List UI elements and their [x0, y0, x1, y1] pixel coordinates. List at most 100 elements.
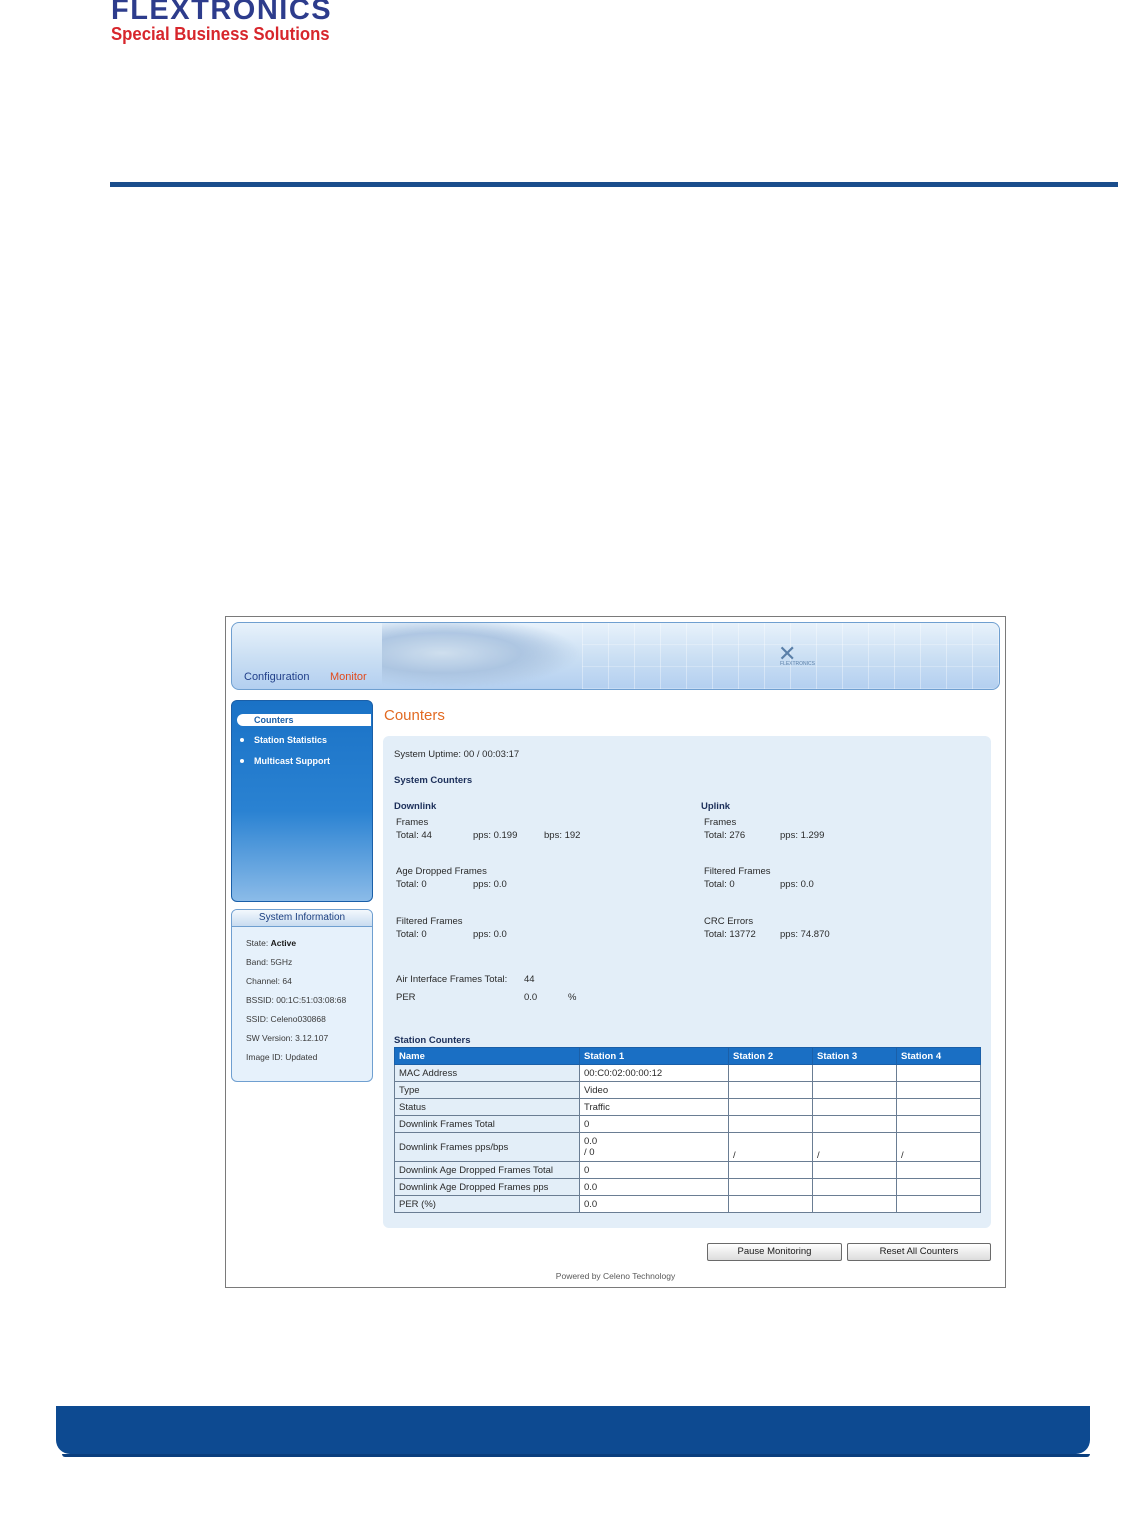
sidebar-menu: Counters Station Statistics Multicast Su…	[231, 700, 373, 902]
logo-sub-text: Special Business Solutions	[111, 24, 330, 44]
cell-station-4	[895, 1178, 982, 1196]
cell-station-4	[895, 1098, 982, 1116]
cell-station-3	[812, 1115, 897, 1133]
table-header-row: Name Station 1 Station 2 Station 3 Stati…	[394, 1047, 982, 1065]
page-title: Counters	[384, 707, 445, 724]
pause-monitoring-button[interactable]: Pause Monitoring	[707, 1243, 842, 1261]
downlink-frames-total: Total: 44	[396, 830, 432, 841]
air-interface-label: Air Interface Frames Total:	[396, 974, 508, 985]
table-row: Type Video	[394, 1081, 982, 1099]
cell-station-1: 0.0 / 0	[578, 1132, 730, 1162]
bssid-row: BSSID: 00:1C:51:03:08:68	[246, 995, 347, 1005]
downlink-heading: Downlink	[394, 801, 437, 812]
banner-photo	[382, 623, 582, 689]
row-name: Type	[394, 1081, 580, 1099]
cell-station-2	[728, 1195, 814, 1213]
table-row: Downlink Age Dropped Frames pps 0.0	[394, 1178, 982, 1196]
cell-station-2: /	[728, 1132, 814, 1162]
uplink-crc-total: Total: 13772	[704, 929, 756, 940]
cell-station-1: 0.0	[578, 1178, 730, 1196]
downlink-filtered-pps: pps: 0.0	[473, 929, 507, 940]
cell-station-1: 00:C0:02:00:00:12	[578, 1064, 730, 1082]
band-row: Band: 5GHz	[246, 957, 293, 967]
counters-panel: System Uptime: 00 / 00:03:17 System Coun…	[383, 736, 991, 1228]
logo-main-text: FLEXTRONICS	[111, 0, 333, 26]
downlink-age-dropped-pps: pps: 0.0	[473, 879, 507, 890]
cell-station-2	[728, 1098, 814, 1116]
downlink-age-dropped-label: Age Dropped Frames	[396, 866, 487, 877]
uplink-frames-pps: pps: 1.299	[780, 830, 825, 841]
cell-bps: / 0	[584, 1147, 595, 1158]
cell-station-3	[812, 1081, 897, 1099]
ssid-row: SSID: Celeno030868	[246, 1014, 326, 1024]
cell-station-1: Traffic	[578, 1098, 730, 1116]
uplink-heading: Uplink	[701, 801, 731, 812]
downlink-frames-label: Frames	[396, 817, 429, 828]
system-counters-heading: System Counters	[394, 775, 473, 786]
downlink-age-dropped-total: Total: 0	[396, 879, 427, 890]
downlink-filtered-label: Filtered Frames	[396, 916, 463, 927]
bullet-icon	[240, 738, 244, 742]
uplink-crc-label: CRC Errors	[704, 916, 754, 927]
cell-station-1: 0	[578, 1115, 730, 1133]
cell-station-1: 0	[578, 1161, 730, 1179]
cell-station-1: Video	[578, 1081, 730, 1099]
cell-station-4: /	[895, 1132, 982, 1162]
cell-station-4	[895, 1161, 982, 1179]
sidebar-item-label: Station Statistics	[254, 735, 328, 745]
channel-row: Channel: 64	[246, 976, 292, 986]
nav-configuration[interactable]: Configuration	[244, 671, 309, 683]
cell-station-3	[812, 1064, 897, 1082]
cell-station-2	[728, 1115, 814, 1133]
table-row: Status Traffic	[394, 1098, 982, 1116]
footer-band	[56, 1406, 1090, 1457]
cell-station-3	[812, 1161, 897, 1179]
row-name: Downlink Frames Total	[394, 1115, 580, 1133]
powered-by: Powered by Celeno Technology	[555, 1271, 676, 1281]
per-value: 0.0	[524, 992, 538, 1003]
row-name: Status	[394, 1098, 580, 1116]
table-row: PER (%) 0.0	[394, 1195, 982, 1213]
sidebar-item-station-statistics[interactable]: Station Statistics	[240, 735, 328, 745]
downlink-frames-pps: pps: 0.199	[473, 830, 518, 841]
cell-station-4	[895, 1064, 982, 1082]
row-name: PER (%)	[394, 1195, 580, 1213]
sidebar-item-label: Multicast Support	[254, 756, 330, 766]
station-counters-table: Name Station 1 Station 2 Station 3 Stati…	[394, 1047, 982, 1213]
system-information-panel: System Information State: Active Band: 5…	[231, 909, 373, 1082]
sw-version-row: SW Version: 3.12.107	[246, 1033, 329, 1043]
cell-station-2	[728, 1161, 814, 1179]
bullet-icon	[240, 759, 244, 763]
cell-station-4	[895, 1115, 982, 1133]
sidebar-item-label: Counters	[254, 715, 294, 725]
system-information-title: System Information	[232, 910, 372, 927]
header-station-2: Station 2	[728, 1047, 814, 1065]
top-banner: ✕ FLEXTRONICS Configuration Monitor	[231, 622, 1000, 690]
cell-station-1: 0.0	[578, 1195, 730, 1213]
cell-station-4	[895, 1081, 982, 1099]
header-station-3: Station 3	[812, 1047, 897, 1065]
table-row: Downlink Frames pps/bps 0.0 / 0 / / /	[394, 1132, 982, 1162]
row-name: Downlink Age Dropped Frames Total	[394, 1161, 580, 1179]
sidebar-item-counters[interactable]: Counters	[237, 714, 371, 726]
state-value: Active	[270, 938, 297, 948]
station-counters-heading: Station Counters	[394, 1035, 471, 1046]
uplink-frames-total: Total: 276	[704, 830, 746, 841]
downlink-frames-bps: bps: 192	[544, 830, 581, 841]
banner-logo-text: FLEXTRONICS	[780, 661, 816, 667]
header-rule	[110, 182, 1118, 187]
cell-station-2	[728, 1064, 814, 1082]
uplink-filtered-total: Total: 0	[704, 879, 735, 890]
nav-monitor[interactable]: Monitor	[330, 671, 367, 683]
cell-station-4	[895, 1195, 982, 1213]
image-id-row: Image ID: Updated	[246, 1052, 318, 1062]
header-station-4: Station 4	[895, 1047, 982, 1065]
header-station-1: Station 1	[578, 1047, 730, 1065]
cell-station-3	[812, 1195, 897, 1213]
system-uptime: System Uptime: 00 / 00:03:17	[394, 749, 520, 760]
per-unit: %	[568, 992, 577, 1003]
downlink-filtered-total: Total: 0	[396, 929, 427, 940]
table-row: Downlink Age Dropped Frames Total 0	[394, 1161, 982, 1179]
sidebar-item-multicast-support[interactable]: Multicast Support	[240, 756, 330, 766]
reset-all-counters-button[interactable]: Reset All Counters	[847, 1243, 991, 1261]
